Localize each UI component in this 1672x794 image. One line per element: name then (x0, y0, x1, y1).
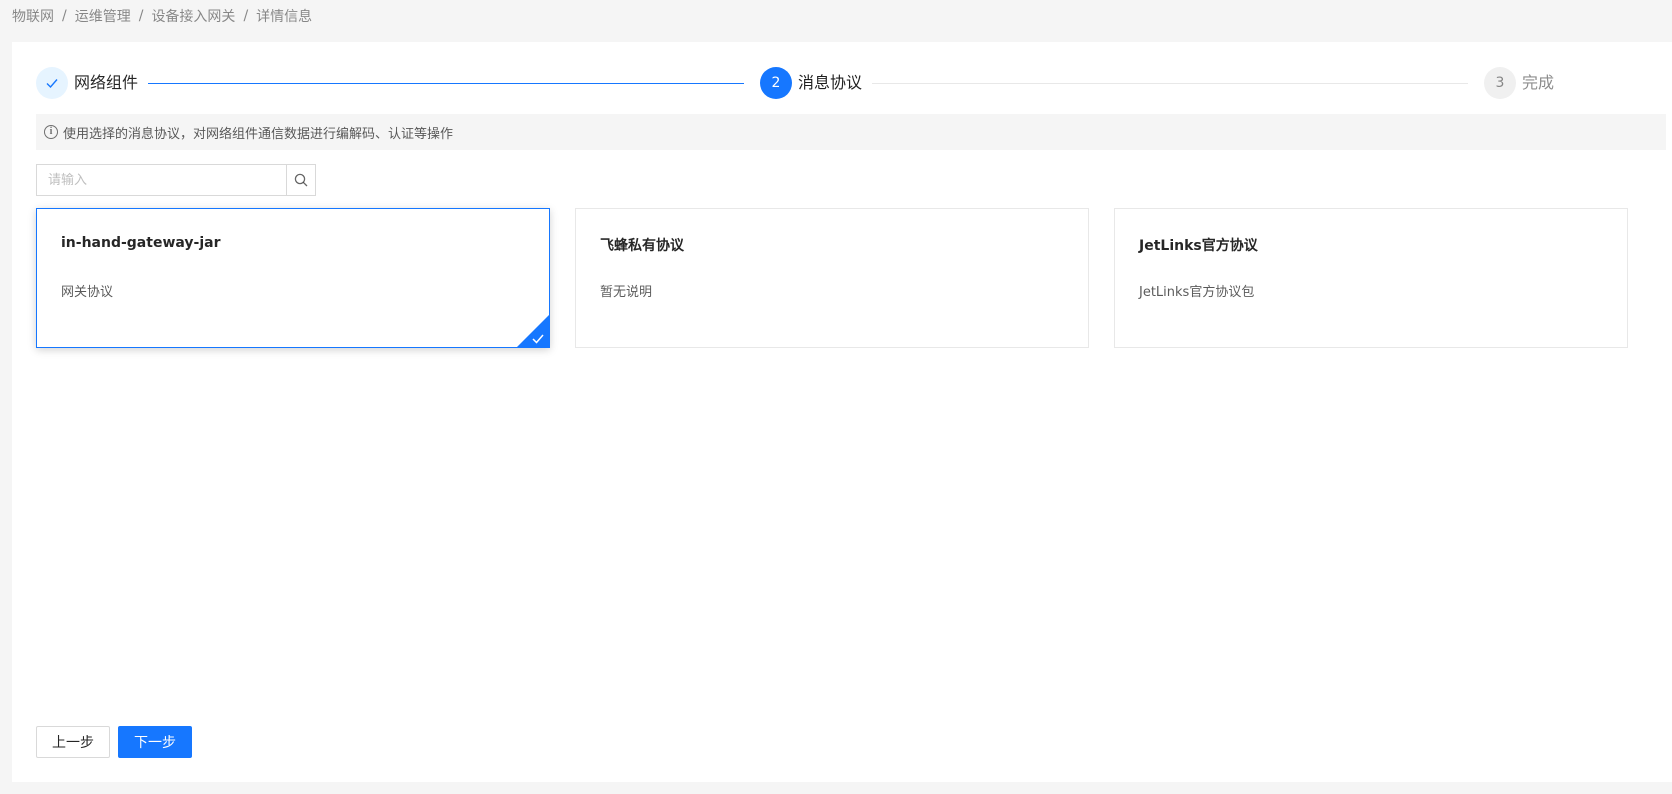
protocol-card[interactable]: 飞蜂私有协议 暂无说明 (575, 208, 1089, 348)
breadcrumb: 物联网 / 运维管理 / 设备接入网关 / 详情信息 (12, 6, 312, 26)
content-card: 网络组件 2 消息协议 3 完成 i 使用选择的消息协议，对网络组件通信数据进行… (12, 42, 1672, 782)
info-circle-icon: i (44, 125, 58, 139)
step-3-title: 完成 (1522, 73, 1555, 92)
prev-step-button[interactable]: 上一步 (36, 726, 110, 758)
protocol-name: 飞蜂私有协议 (600, 238, 684, 254)
steps: 网络组件 2 消息协议 3 完成 (36, 66, 1666, 100)
protocol-description: 暂无说明 (600, 285, 653, 300)
step-2-title: 消息协议 (798, 73, 863, 92)
protocol-card[interactable]: in-hand-gateway-jar 网关协议 (36, 208, 550, 348)
step-2-connector (872, 83, 1468, 84)
breadcrumb-item-detail: 详情信息 (256, 9, 313, 25)
protocol-name: JetLinks官方协议 (1139, 238, 1258, 254)
search-icon (294, 173, 308, 187)
protocol-list: in-hand-gateway-jar 网关协议 飞蜂私有协议 暂无说明 Jet… (36, 208, 1666, 348)
breadcrumb-item-gateway[interactable]: 设备接入网关 (151, 6, 235, 26)
step-3-number-icon: 3 (1484, 67, 1516, 99)
breadcrumb-separator: / (138, 8, 144, 24)
search-button[interactable] (286, 164, 316, 196)
search-input[interactable] (36, 164, 286, 196)
step-2-number-icon: 2 (760, 67, 792, 99)
breadcrumb-separator: / (62, 8, 67, 24)
breadcrumb-item-ops[interactable]: 运维管理 (75, 6, 131, 26)
selected-check-icon (517, 315, 549, 347)
info-alert: i 使用选择的消息协议，对网络组件通信数据进行编解码、认证等操作 (36, 114, 1666, 150)
info-alert-text: 使用选择的消息协议，对网络组件通信数据进行编解码、认证等操作 (63, 126, 454, 142)
step-1-check-icon (36, 67, 68, 99)
protocol-name: in-hand-gateway-jar (61, 235, 221, 251)
protocol-card[interactable]: JetLinks官方协议 JetLinks官方协议包 (1114, 208, 1628, 348)
step-1-connector (148, 83, 744, 84)
step-1-title: 网络组件 (74, 73, 139, 92)
search-group (36, 164, 316, 196)
next-step-button[interactable]: 下一步 (118, 726, 192, 758)
breadcrumb-separator: / (243, 8, 249, 24)
protocol-description: JetLinks官方协议包 (1139, 285, 1255, 300)
breadcrumb-item-iot[interactable]: 物联网 (12, 6, 54, 26)
protocol-description: 网关协议 (61, 285, 114, 300)
